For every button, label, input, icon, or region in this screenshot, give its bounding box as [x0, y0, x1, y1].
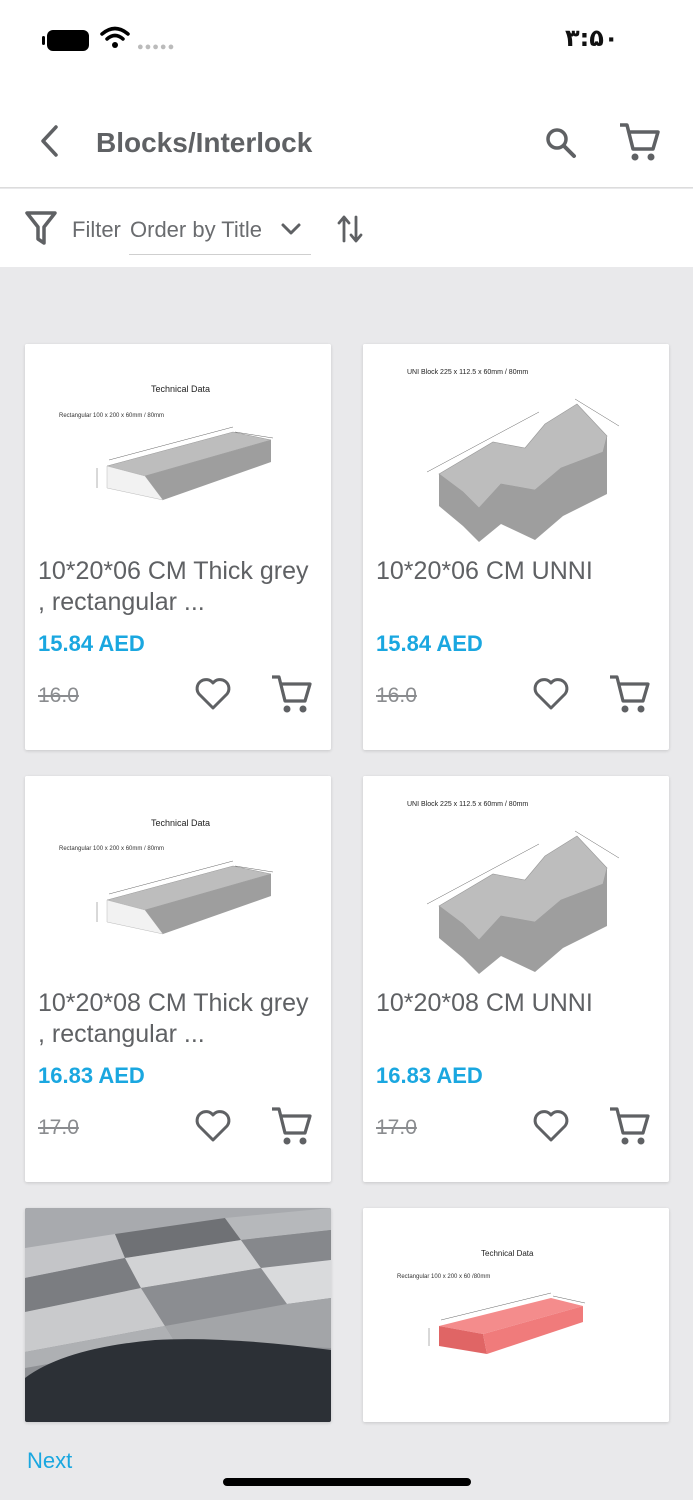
add-to-cart-icon[interactable]	[607, 1104, 651, 1148]
order-by-select[interactable]: Order by Title	[129, 205, 311, 255]
product-title: 10*20*06 CM Thick grey , rectangular ...	[38, 557, 309, 616]
product-old-price: 16.0	[38, 684, 79, 707]
sort-icon[interactable]	[336, 213, 364, 245]
product-old-price: 17.0	[38, 1116, 79, 1139]
chevron-down-icon	[281, 223, 301, 235]
product-image-uni-block: UNI Block 225 x 112.5 x 60mm / 80mm	[363, 344, 669, 544]
status-bar: ●●●●● ۳:۵۰	[0, 0, 693, 80]
add-to-cart-icon[interactable]	[269, 672, 313, 716]
back-button[interactable]	[34, 122, 68, 160]
battery-icon	[42, 30, 89, 51]
product-image-paving-photo	[25, 1208, 331, 1422]
product-old-price: 17.0	[376, 1116, 417, 1139]
svg-text:Rectangular 100 x 200 x 60mm /: Rectangular 100 x 200 x 60mm / 80mm	[59, 413, 164, 419]
svg-text:Technical Data: Technical Data	[151, 384, 210, 394]
search-icon[interactable]	[543, 125, 579, 161]
heart-icon[interactable]	[193, 674, 233, 714]
product-old-price: 16.0	[376, 684, 417, 707]
product-price: 15.84 AED	[376, 631, 483, 656]
svg-text:Rectangular 100 x 200 x 60mm /: Rectangular 100 x 200 x 60mm / 80mm	[59, 846, 164, 852]
product-title: 10*20*06 CM UNNI	[376, 557, 593, 585]
product-card[interactable]	[25, 1208, 331, 1422]
product-image-uni-block: UNI Block 225 x 112.5 x 60mm / 80mm	[363, 776, 669, 976]
add-to-cart-icon[interactable]	[607, 672, 651, 716]
product-title: 10*20*08 CM Thick grey , rectangular ...	[38, 989, 309, 1048]
wifi-icon	[100, 26, 130, 48]
filter-button[interactable]: Filter	[72, 217, 121, 243]
status-time: ۳:۵۰	[565, 24, 619, 52]
product-price: 16.83 AED	[376, 1063, 483, 1088]
filter-icon[interactable]	[24, 210, 58, 246]
product-card[interactable]: Technical Data Rectangular 100 x 200 x 6…	[25, 344, 331, 750]
product-image-rectangular-block: Technical Data Rectangular 100 x 200 x 6…	[25, 776, 331, 976]
filter-bar: Filter Order by Title	[0, 189, 693, 267]
product-image-red-block: Technical Data Rectangular 100 x 200 x 6…	[363, 1208, 669, 1422]
svg-text:UNI Block 225 x 112.5 x 60mm /: UNI Block 225 x 112.5 x 60mm / 80mm	[407, 801, 528, 808]
signal-icon: ●●●●●	[137, 41, 176, 53]
next-page-link[interactable]: Next	[27, 1448, 72, 1474]
svg-text:Rectangular 100 x 200 x 60 /80: Rectangular 100 x 200 x 60 /80mm	[397, 1274, 490, 1280]
add-to-cart-icon[interactable]	[269, 1104, 313, 1148]
product-card[interactable]: UNI Block 225 x 112.5 x 60mm / 80mm 10*2…	[363, 776, 669, 1182]
product-image-rectangular-block: Technical Data Rectangular 100 x 200 x 6…	[25, 344, 331, 544]
svg-text:UNI Block 225 x 112.5 x 60mm /: UNI Block 225 x 112.5 x 60mm / 80mm	[407, 369, 528, 376]
order-by-label: Order by Title	[130, 217, 263, 242]
product-price: 16.83 AED	[38, 1063, 145, 1088]
product-card[interactable]: Technical Data Rectangular 100 x 200 x 6…	[25, 776, 331, 1182]
product-price: 15.84 AED	[38, 631, 145, 656]
product-title: 10*20*08 CM UNNI	[376, 989, 593, 1017]
cart-icon[interactable]	[617, 120, 661, 164]
home-indicator	[223, 1478, 471, 1486]
app-bar: Blocks/Interlock	[0, 80, 693, 188]
heart-icon[interactable]	[193, 1106, 233, 1146]
page-title: Blocks/Interlock	[96, 127, 313, 158]
svg-text:Technical Data: Technical Data	[481, 1249, 534, 1258]
heart-icon[interactable]	[531, 674, 571, 714]
product-card[interactable]: UNI Block 225 x 112.5 x 60mm / 80mm 10*2…	[363, 344, 669, 750]
heart-icon[interactable]	[531, 1106, 571, 1146]
product-card[interactable]: Technical Data Rectangular 100 x 200 x 6…	[363, 1208, 669, 1422]
svg-text:Technical Data: Technical Data	[151, 818, 210, 828]
